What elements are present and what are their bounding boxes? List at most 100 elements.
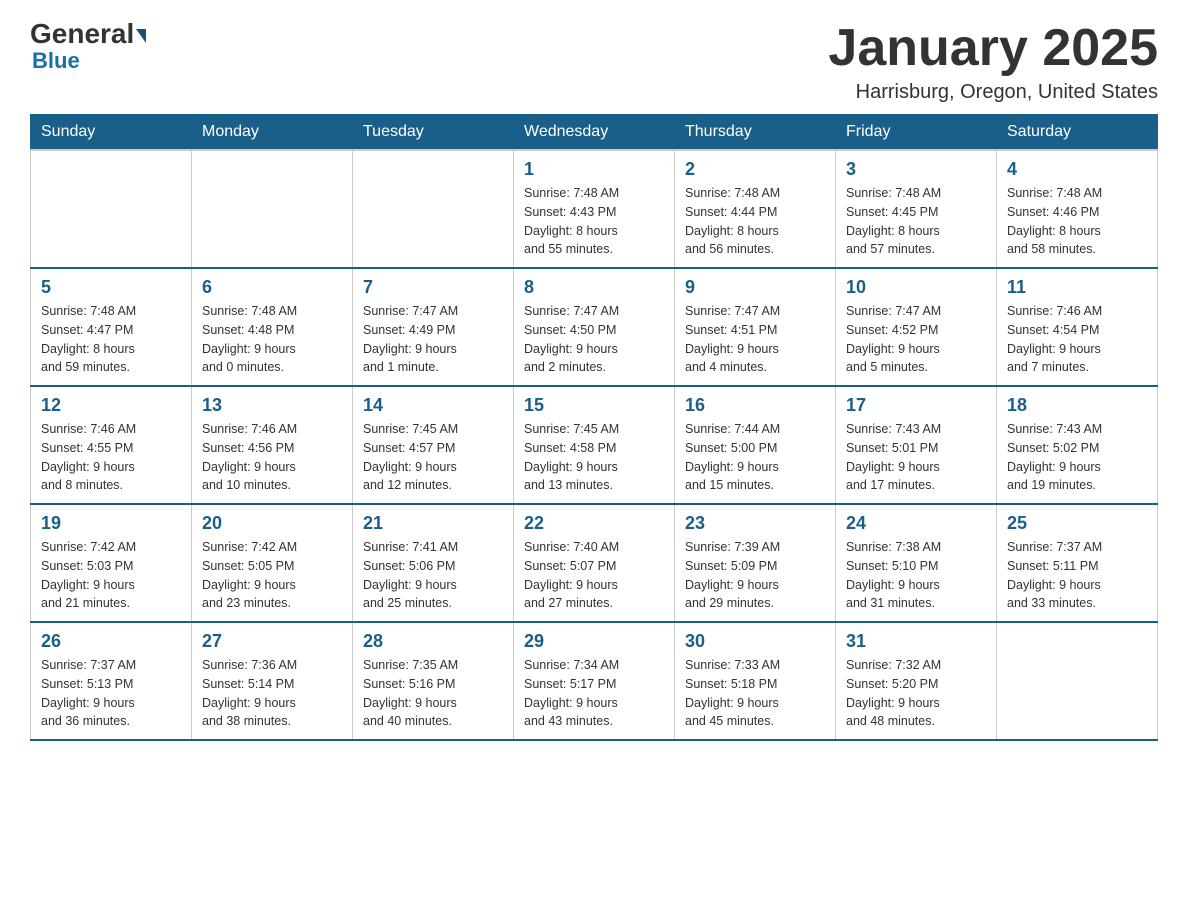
calendar-cell: 15 Sunrise: 7:45 AM Sunset: 4:58 PM Dayli… (514, 386, 675, 504)
day-number: 17 (846, 395, 986, 416)
location-text: Harrisburg, Oregon, United States (828, 81, 1158, 104)
weekday-header-saturday: Saturday (997, 115, 1158, 151)
calendar-cell: 8 Sunrise: 7:47 AM Sunset: 4:50 PM Daylig… (514, 268, 675, 386)
day-number: 15 (524, 395, 664, 416)
calendar-cell: 14Sunrise: 7:45 AM Sunset: 4:57 PM Dayli… (353, 386, 514, 504)
calendar-cell: 1 Sunrise: 7:48 AM Sunset: 4:43 PM Daylig… (514, 150, 675, 268)
calendar-week-5: 26 Sunrise: 7:37 AM Sunset: 5:13 PM Dayli… (31, 622, 1158, 740)
calendar-cell: 13 Sunrise: 7:46 AM Sunset: 4:56 PM Dayli… (192, 386, 353, 504)
calendar-cell: 12Sunrise: 7:46 AM Sunset: 4:55 PM Dayli… (31, 386, 192, 504)
day-number: 14 (363, 395, 503, 416)
day-info: Sunrise: 7:48 AM Sunset: 4:43 PM Dayligh… (524, 184, 664, 259)
weekday-header-wednesday: Wednesday (514, 115, 675, 151)
calendar-week-1: 1 Sunrise: 7:48 AM Sunset: 4:43 PM Daylig… (31, 150, 1158, 268)
calendar-cell: 16 Sunrise: 7:44 AM Sunset: 5:00 PM Dayli… (675, 386, 836, 504)
day-number: 24 (846, 513, 986, 534)
calendar-cell: 24 Sunrise: 7:38 AM Sunset: 5:10 PM Dayli… (836, 504, 997, 622)
day-info: Sunrise: 7:42 AM Sunset: 5:03 PM Dayligh… (41, 538, 181, 613)
calendar-cell: 29Sunrise: 7:34 AM Sunset: 5:17 PM Dayli… (514, 622, 675, 740)
day-number: 28 (363, 631, 503, 652)
day-number: 3 (846, 159, 986, 180)
day-number: 13 (202, 395, 342, 416)
day-info: Sunrise: 7:47 AM Sunset: 4:51 PM Dayligh… (685, 302, 825, 377)
day-info: Sunrise: 7:41 AM Sunset: 5:06 PM Dayligh… (363, 538, 503, 613)
weekday-header-sunday: Sunday (31, 115, 192, 151)
logo-blue-text: Blue (32, 48, 80, 74)
day-number: 6 (202, 277, 342, 298)
day-number: 25 (1007, 513, 1147, 534)
calendar-cell: 4 Sunrise: 7:48 AM Sunset: 4:46 PM Daylig… (997, 150, 1158, 268)
day-info: Sunrise: 7:33 AM Sunset: 5:18 PM Dayligh… (685, 656, 825, 731)
page-header: General Blue January 2025 Harrisburg, Or… (30, 20, 1158, 104)
day-info: Sunrise: 7:48 AM Sunset: 4:44 PM Dayligh… (685, 184, 825, 259)
calendar-cell: 3 Sunrise: 7:48 AM Sunset: 4:45 PM Daylig… (836, 150, 997, 268)
calendar-cell: 7Sunrise: 7:47 AM Sunset: 4:49 PM Daylig… (353, 268, 514, 386)
calendar-header: SundayMondayTuesdayWednesdayThursdayFrid… (31, 115, 1158, 151)
calendar-cell: 19 Sunrise: 7:42 AM Sunset: 5:03 PM Dayli… (31, 504, 192, 622)
day-number: 5 (41, 277, 181, 298)
calendar-cell: 23Sunrise: 7:39 AM Sunset: 5:09 PM Dayli… (675, 504, 836, 622)
day-number: 2 (685, 159, 825, 180)
day-info: Sunrise: 7:43 AM Sunset: 5:01 PM Dayligh… (846, 420, 986, 495)
calendar-cell: 5Sunrise: 7:48 AM Sunset: 4:47 PM Daylig… (31, 268, 192, 386)
weekday-header-friday: Friday (836, 115, 997, 151)
calendar-cell: 21 Sunrise: 7:41 AM Sunset: 5:06 PM Dayli… (353, 504, 514, 622)
day-info: Sunrise: 7:40 AM Sunset: 5:07 PM Dayligh… (524, 538, 664, 613)
calendar-body: 1 Sunrise: 7:48 AM Sunset: 4:43 PM Daylig… (31, 150, 1158, 740)
day-number: 1 (524, 159, 664, 180)
day-info: Sunrise: 7:47 AM Sunset: 4:50 PM Dayligh… (524, 302, 664, 377)
calendar-cell (997, 622, 1158, 740)
day-number: 29 (524, 631, 664, 652)
day-number: 20 (202, 513, 342, 534)
calendar-cell: 27 Sunrise: 7:36 AM Sunset: 5:14 PM Dayli… (192, 622, 353, 740)
calendar-cell (353, 150, 514, 268)
calendar-cell: 17 Sunrise: 7:43 AM Sunset: 5:01 PM Dayli… (836, 386, 997, 504)
day-number: 30 (685, 631, 825, 652)
day-number: 18 (1007, 395, 1147, 416)
calendar-cell: 11 Sunrise: 7:46 AM Sunset: 4:54 PM Dayli… (997, 268, 1158, 386)
day-info: Sunrise: 7:48 AM Sunset: 4:45 PM Dayligh… (846, 184, 986, 259)
day-info: Sunrise: 7:44 AM Sunset: 5:00 PM Dayligh… (685, 420, 825, 495)
calendar-cell: 2 Sunrise: 7:48 AM Sunset: 4:44 PM Daylig… (675, 150, 836, 268)
day-info: Sunrise: 7:48 AM Sunset: 4:48 PM Dayligh… (202, 302, 342, 377)
day-number: 8 (524, 277, 664, 298)
day-number: 23 (685, 513, 825, 534)
day-number: 10 (846, 277, 986, 298)
calendar-cell: 18Sunrise: 7:43 AM Sunset: 5:02 PM Dayli… (997, 386, 1158, 504)
day-number: 19 (41, 513, 181, 534)
calendar-cell: 25Sunrise: 7:37 AM Sunset: 5:11 PM Dayli… (997, 504, 1158, 622)
day-info: Sunrise: 7:46 AM Sunset: 4:54 PM Dayligh… (1007, 302, 1147, 377)
calendar-week-3: 12Sunrise: 7:46 AM Sunset: 4:55 PM Dayli… (31, 386, 1158, 504)
day-info: Sunrise: 7:45 AM Sunset: 4:58 PM Dayligh… (524, 420, 664, 495)
day-info: Sunrise: 7:46 AM Sunset: 4:56 PM Dayligh… (202, 420, 342, 495)
calendar-cell: 10 Sunrise: 7:47 AM Sunset: 4:52 PM Dayli… (836, 268, 997, 386)
day-number: 27 (202, 631, 342, 652)
logo-general-text: General (30, 20, 146, 48)
day-number: 7 (363, 277, 503, 298)
calendar-cell: 22 Sunrise: 7:40 AM Sunset: 5:07 PM Dayli… (514, 504, 675, 622)
day-info: Sunrise: 7:32 AM Sunset: 5:20 PM Dayligh… (846, 656, 986, 731)
day-number: 22 (524, 513, 664, 534)
logo: General Blue (30, 20, 146, 74)
day-number: 11 (1007, 277, 1147, 298)
calendar-cell: 6 Sunrise: 7:48 AM Sunset: 4:48 PM Daylig… (192, 268, 353, 386)
calendar-cell: 30 Sunrise: 7:33 AM Sunset: 5:18 PM Dayli… (675, 622, 836, 740)
day-number: 16 (685, 395, 825, 416)
calendar-week-2: 5Sunrise: 7:48 AM Sunset: 4:47 PM Daylig… (31, 268, 1158, 386)
day-number: 4 (1007, 159, 1147, 180)
day-info: Sunrise: 7:38 AM Sunset: 5:10 PM Dayligh… (846, 538, 986, 613)
day-number: 21 (363, 513, 503, 534)
day-info: Sunrise: 7:36 AM Sunset: 5:14 PM Dayligh… (202, 656, 342, 731)
calendar-cell (31, 150, 192, 268)
weekday-header-thursday: Thursday (675, 115, 836, 151)
day-number: 12 (41, 395, 181, 416)
day-info: Sunrise: 7:48 AM Sunset: 4:46 PM Dayligh… (1007, 184, 1147, 259)
day-info: Sunrise: 7:47 AM Sunset: 4:52 PM Dayligh… (846, 302, 986, 377)
calendar-cell: 9Sunrise: 7:47 AM Sunset: 4:51 PM Daylig… (675, 268, 836, 386)
title-block: January 2025 Harrisburg, Oregon, United … (828, 20, 1158, 104)
day-number: 31 (846, 631, 986, 652)
month-title: January 2025 (828, 20, 1158, 77)
day-info: Sunrise: 7:37 AM Sunset: 5:13 PM Dayligh… (41, 656, 181, 731)
weekday-header-row: SundayMondayTuesdayWednesdayThursdayFrid… (31, 115, 1158, 151)
day-number: 26 (41, 631, 181, 652)
